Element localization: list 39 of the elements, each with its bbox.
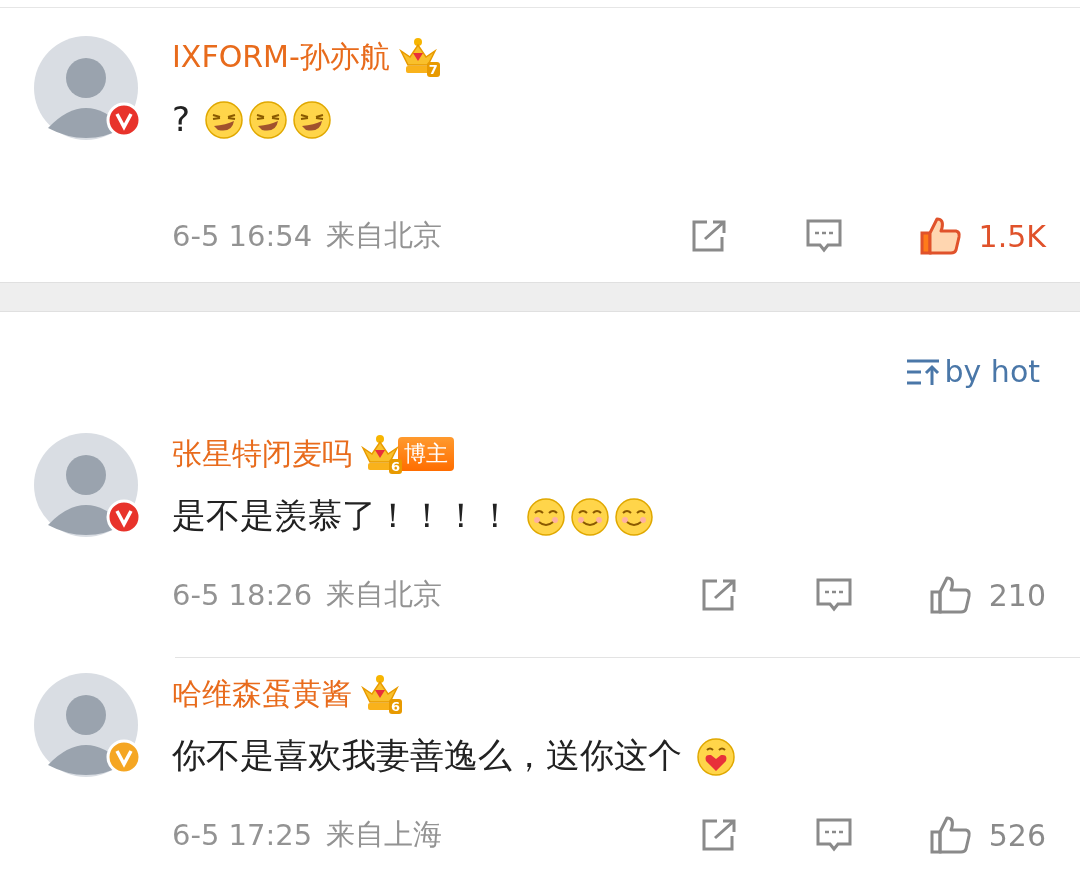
comment-icon[interactable] [814,817,853,853]
like-count: 526 [988,817,1046,853]
comment-location: 来自北京 [326,217,443,254]
share-icon[interactable] [700,818,739,852]
comment-text: 你不是喜欢我妻善逸么，送你这个 [172,734,682,777]
like-count: 1.5K [978,218,1046,254]
sort-button[interactable]: by hot [906,354,1040,389]
avatar-icon[interactable] [34,433,138,537]
avatar-icon[interactable] [34,36,138,140]
user-name[interactable]: 张星特闭麦吗 [172,433,352,475]
smiley-emoji-icon [614,496,654,536]
avatar-icon[interactable] [34,673,138,777]
user-name[interactable]: IXFORM-孙亦航 [172,36,390,78]
comment-location: 来自上海 [326,816,443,853]
sort-icon [906,358,941,385]
comment-icon[interactable] [804,218,843,254]
comment-time: 6-5 17:25 [172,818,313,852]
heart-hug-emoji-icon [696,736,736,776]
smiley-emoji-icon [204,99,245,139]
like-icon[interactable] [928,575,973,615]
like-count: 210 [988,577,1046,613]
comment-location: 来自北京 [326,576,443,613]
smiley-emoji-icon [292,99,333,139]
verified-badge-icon [106,499,142,535]
comment-time: 6-5 18:26 [172,578,313,612]
smiley-emoji-icon [526,496,566,536]
smiley-emoji-icon [248,99,289,139]
smiley-emoji-icon [570,496,610,536]
like-icon[interactable] [928,815,973,855]
comment-time: 6-5 16:54 [172,219,313,253]
comment-text: ? [172,99,191,139]
comment-text: 是不是羡慕了！！！！ [172,494,512,537]
like-icon[interactable] [918,216,963,256]
verified-badge-icon [106,739,142,775]
share-icon[interactable] [690,219,729,253]
verified-badge-icon [106,102,142,138]
user-name[interactable]: 哈维森蛋黄酱 [172,673,352,715]
comment-icon[interactable] [814,577,853,613]
share-icon[interactable] [700,578,739,612]
